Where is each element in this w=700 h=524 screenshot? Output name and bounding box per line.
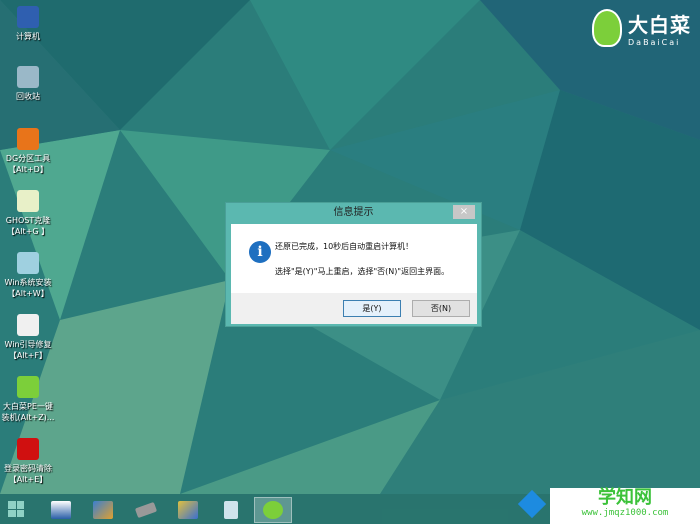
taskbar-image-tool[interactable]: [169, 497, 207, 523]
watermark-url: www.jmqz1000.com: [581, 508, 669, 518]
desktop-icon[interactable]: 回收站: [0, 66, 56, 102]
taskbar-network-tool[interactable]: [42, 497, 80, 523]
info-dialog: 信息提示 × i 还原已完成，10秒后自动重启计算机！ 选择"是(Y)"马上重启…: [225, 202, 482, 327]
desktop-icon[interactable]: 登录密码清除 【Alt+E】: [0, 438, 56, 485]
desktop-icon[interactable]: 大白菜PE一键 装机(Alt+Z)...: [0, 376, 56, 423]
watermark: 学知网 www.jmqz1000.com: [517, 487, 700, 524]
yes-button[interactable]: 是(Y): [343, 300, 401, 317]
desktop-icon-label: GHOST克隆 【Alt+G 】: [5, 216, 51, 236]
desktop-icon-label: 大白菜PE一键 装机(Alt+Z)...: [1, 402, 55, 422]
close-button[interactable]: ×: [453, 205, 475, 219]
desktop-icon[interactable]: GHOST克隆 【Alt+G 】: [0, 190, 56, 237]
desktop-icon-image-icon: [17, 376, 39, 398]
desktop-icon-image-icon: [17, 128, 39, 150]
taskbar-cleanup-tool[interactable]: [84, 497, 122, 523]
network-icon: [51, 501, 71, 519]
chip-icon: [134, 501, 158, 519]
no-button[interactable]: 否(N): [412, 300, 470, 317]
watermark-cn: 学知网: [598, 487, 652, 508]
desktop-icon-image-icon: [17, 66, 39, 88]
cabbage-mascot-icon: [592, 9, 622, 47]
notepad-icon: [224, 501, 238, 519]
dialog-body: i 还原已完成，10秒后自动重启计算机！ 选择"是(Y)"马上重启，选择"否(N…: [231, 224, 477, 293]
dialog-instruction: 选择"是(Y)"马上重启，选择"否(N)"返回主界面。: [275, 267, 450, 276]
dialog-title: 信息提示: [333, 207, 374, 218]
desktop-icon[interactable]: Win系统安装 【Alt+W】: [0, 252, 56, 299]
dialog-footer: 是(Y) 否(N): [231, 293, 477, 324]
desktop-icon[interactable]: DG分区工具 【Alt+D】: [0, 128, 56, 175]
desktop-icon-label: Win系统安装 【Alt+W】: [4, 278, 52, 298]
desktop-icon-image-icon: [17, 438, 39, 460]
taskbar-disk-tool[interactable]: [127, 497, 165, 523]
desktop-icon[interactable]: Win引导修复 【Alt+F】: [0, 314, 56, 361]
desktop-icon-image-icon: [17, 252, 39, 274]
desktop-icon-label: Win引导修复 【Alt+F】: [4, 340, 52, 360]
broom-icon: [93, 501, 113, 519]
desktop-icon-image-icon: [17, 314, 39, 336]
image-tool-icon: [178, 501, 198, 519]
cabbage-icon: [263, 501, 283, 519]
desktop-icon[interactable]: 计算机: [0, 6, 56, 42]
desktop-icon-label: DG分区工具 【Alt+D】: [5, 154, 51, 174]
logo-cn: 大白菜: [628, 13, 691, 37]
info-icon: i: [249, 241, 271, 263]
diamond-logo-icon: [517, 489, 547, 519]
desktop-icon-label: 登录密码清除 【Alt+E】: [4, 464, 52, 484]
dabaicai-logo: 大白菜 DaBaiCai: [592, 6, 692, 50]
start-button[interactable]: [8, 501, 24, 517]
taskbar-dabaicai[interactable]: [254, 497, 292, 523]
desktop-icon-image-icon: [17, 6, 39, 28]
taskbar-notepad[interactable]: [212, 497, 250, 523]
dialog-message: 还原已完成，10秒后自动重启计算机！: [275, 242, 414, 251]
logo-en: DaBaiCai: [628, 38, 681, 47]
desktop-icon-label: 计算机: [16, 32, 40, 41]
desktop-icon-image-icon: [17, 190, 39, 212]
desktop-icon-label: 回收站: [16, 92, 40, 101]
